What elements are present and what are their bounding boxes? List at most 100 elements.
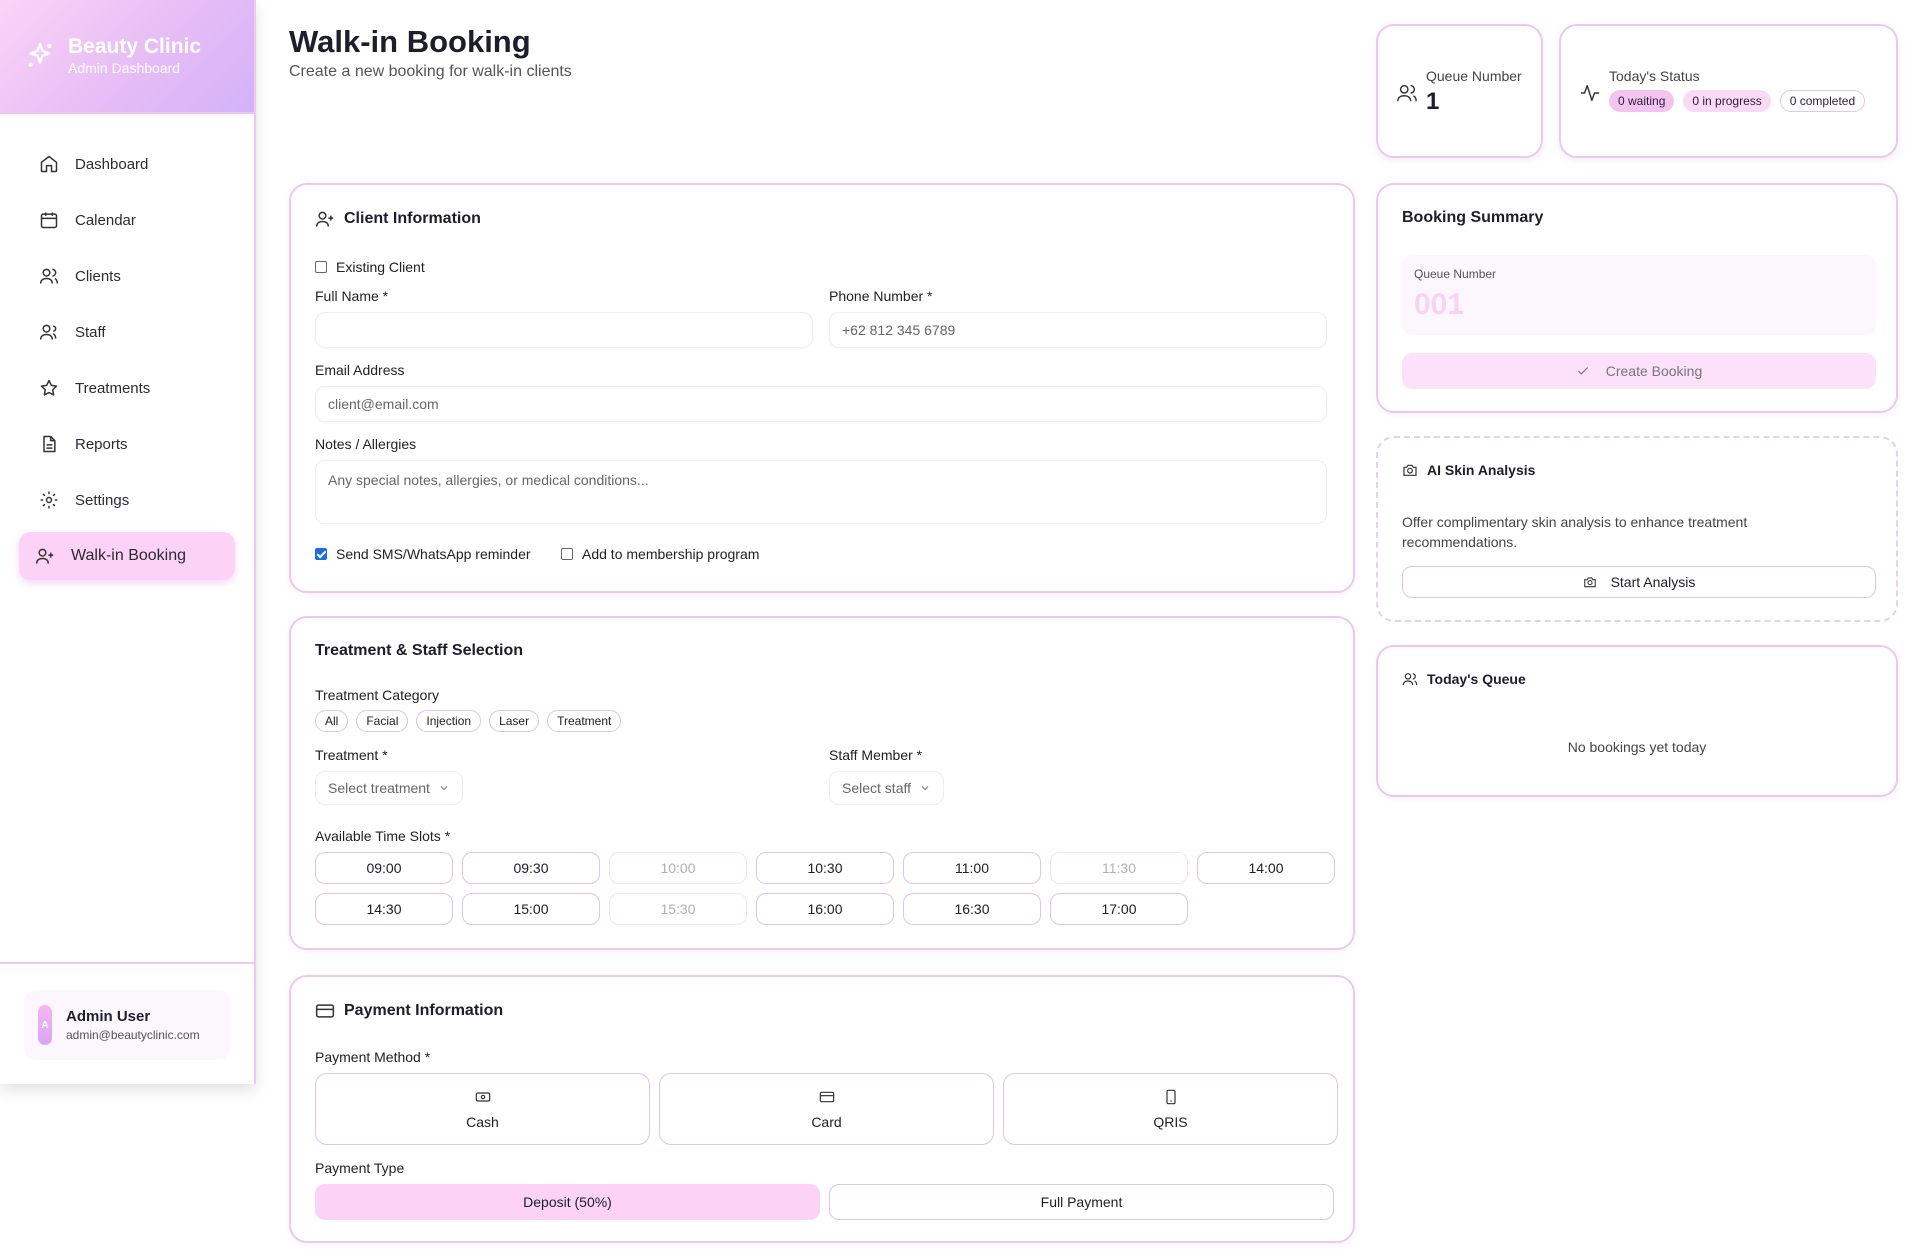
email-field[interactable]: client@email.com: [315, 386, 1327, 422]
payment-methods: Cash Card QRIS: [315, 1073, 1338, 1145]
category-chips: All Facial Injection Laser Treatment: [315, 710, 622, 732]
existing-client-checkbox[interactable]: Existing Client: [315, 259, 425, 275]
time-slot[interactable]: 14:00: [1197, 852, 1335, 884]
payment-information-card: Payment Information Payment Method * Cas…: [289, 975, 1355, 1243]
time-slot: 10:00: [609, 852, 747, 884]
today-status-stat: Today's Status 0 waiting 0 in progress 0…: [1559, 24, 1898, 158]
payment-method-label: QRIS: [1153, 1113, 1188, 1130]
time-slot[interactable]: 10:30: [756, 852, 894, 884]
treatment-staff-card: Treatment & Staff Selection Treatment Ca…: [289, 616, 1355, 950]
time-slot[interactable]: 16:00: [756, 893, 894, 925]
sidebar-item-settings[interactable]: Settings: [19, 476, 235, 524]
start-analysis-label: Start Analysis: [1610, 574, 1696, 590]
activity-icon: [1580, 84, 1600, 102]
users-icon: [1397, 84, 1417, 102]
time-slot: 11:30: [1050, 852, 1188, 884]
membership-checkbox[interactable]: Add to membership program: [561, 546, 759, 562]
brand-subtitle: Admin Dashboard: [68, 60, 181, 76]
phone-field[interactable]: +62 812 345 6789: [829, 312, 1327, 348]
time-slot[interactable]: 09:30: [462, 852, 600, 884]
sidebar-item-label: Calendar: [75, 211, 136, 229]
staff-select[interactable]: Select staff: [829, 771, 945, 805]
credit-card-icon: [315, 1004, 335, 1018]
sidebar-item-label: Dashboard: [75, 155, 149, 173]
home-icon: [40, 155, 58, 173]
category-chip-laser[interactable]: Laser: [489, 710, 540, 732]
time-slot[interactable]: 09:00: [315, 852, 453, 884]
sidebar-item-label: Clients: [75, 267, 121, 285]
time-slots-label: Available Time Slots *: [315, 828, 451, 844]
treatment-select[interactable]: Select treatment: [315, 771, 463, 805]
start-analysis-button[interactable]: Start Analysis: [1402, 566, 1876, 598]
sidebar-item-clients[interactable]: Clients: [19, 252, 235, 300]
checkbox-box[interactable]: [315, 261, 327, 273]
category-chip-treatment[interactable]: Treatment: [547, 710, 622, 732]
sidebar-item-treatments[interactable]: Treatments: [19, 364, 235, 412]
sidebar-item-dashboard[interactable]: Dashboard: [19, 140, 235, 188]
user-group-icon: [39, 324, 57, 340]
user-plus-icon: [315, 211, 334, 227]
full-name-label: Full Name *: [315, 288, 389, 304]
payment-type-deposit[interactable]: Deposit (50%): [315, 1184, 820, 1220]
time-slots-grid: 09:00 09:30 10:00 10:30 11:00 11:30 14:00 14:30…: [315, 852, 1335, 925]
treatment-label: Treatment *: [315, 747, 388, 763]
payment-types: Deposit (50%) Full Payment: [315, 1184, 1334, 1220]
time-slot: 15:30: [609, 893, 747, 925]
payment-type-full[interactable]: Full Payment: [829, 1184, 1334, 1220]
ai-description: Offer complimentary skin analysis to enh…: [1402, 514, 1748, 550]
user-plus-icon: [35, 548, 54, 564]
sidebar-item-reports[interactable]: Reports: [19, 420, 235, 468]
status-badges: 0 waiting 0 in progress 0 completed: [1609, 90, 1866, 112]
ai-skin-analysis-card: AI Skin Analysis Offer complimentary ski…: [1376, 436, 1898, 622]
users-icon: [1402, 673, 1418, 686]
user-card[interactable]: A Admin User admin@beautyclinic.com: [24, 990, 230, 1060]
camera-icon: [1583, 577, 1596, 588]
checkbox-box[interactable]: [561, 548, 573, 560]
notes-textarea[interactable]: Any special notes, allergies, or medical…: [315, 460, 1327, 524]
payment-method-cash[interactable]: Cash: [315, 1073, 650, 1145]
treatment-select-value: Select treatment: [328, 780, 430, 796]
phone-icon: [1165, 1089, 1176, 1104]
sidebar-item-label: Walk-in Booking: [71, 547, 187, 564]
calendar-icon: [40, 212, 58, 229]
file-icon: [43, 435, 56, 453]
time-slot[interactable]: 14:30: [315, 893, 453, 925]
sidebar-item-walk-in-booking[interactable]: Walk-in Booking: [19, 532, 235, 580]
sidebar-item-calendar[interactable]: Calendar: [19, 196, 235, 244]
sidebar-item-label: Reports: [75, 435, 128, 453]
chevron-down-icon: [921, 786, 929, 791]
create-booking-button[interactable]: Create Booking: [1402, 353, 1876, 389]
phone-label: Phone Number *: [829, 288, 933, 304]
payment-method-qris[interactable]: QRIS: [1003, 1073, 1338, 1145]
sms-reminder-checkbox[interactable]: Send SMS/WhatsApp reminder: [315, 546, 531, 562]
staff-label: Staff Member *: [829, 747, 923, 763]
category-chip-facial[interactable]: Facial: [356, 710, 409, 732]
card-title: Booking Summary: [1402, 209, 1543, 227]
payment-method-card[interactable]: Card: [659, 1073, 994, 1145]
brand-title: Beauty Clinic: [68, 35, 202, 58]
time-slot[interactable]: 16:30: [903, 893, 1041, 925]
sidebar-item-staff[interactable]: Staff: [19, 308, 235, 356]
queue-number-stat: Queue Number 1: [1376, 24, 1543, 158]
summary-queue-label: Queue Number: [1414, 267, 1497, 281]
existing-client-label: Existing Client: [336, 259, 425, 275]
time-slot[interactable]: 17:00: [1050, 893, 1188, 925]
category-chip-injection[interactable]: Injection: [416, 710, 482, 732]
category-chip-all[interactable]: All: [315, 710, 349, 732]
email-label: Email Address: [315, 362, 405, 378]
time-slot[interactable]: 15:00: [462, 893, 600, 925]
card-title-text: AI Skin Analysis: [1427, 462, 1536, 478]
gear-icon: [40, 491, 58, 509]
page-subtitle: Create a new booking for walk-in clients: [289, 63, 572, 80]
checkbox-box[interactable]: [315, 548, 327, 560]
time-slot[interactable]: 11:00: [903, 852, 1041, 884]
user-email: admin@beautyclinic.com: [66, 1028, 200, 1042]
stat-value: 1: [1426, 88, 1440, 115]
stat-label: Today's Status: [1609, 68, 1700, 84]
sidebar-nav: Dashboard Calendar Clients Staff Treatme…: [0, 114, 254, 580]
sidebar-item-label: Treatments: [75, 379, 151, 397]
full-name-field[interactable]: [315, 312, 813, 348]
sidebar: Beauty Clinic Admin Dashboard Dashboard …: [0, 0, 256, 1084]
chevron-down-icon: [440, 786, 448, 791]
stat-label: Queue Number: [1426, 68, 1522, 84]
